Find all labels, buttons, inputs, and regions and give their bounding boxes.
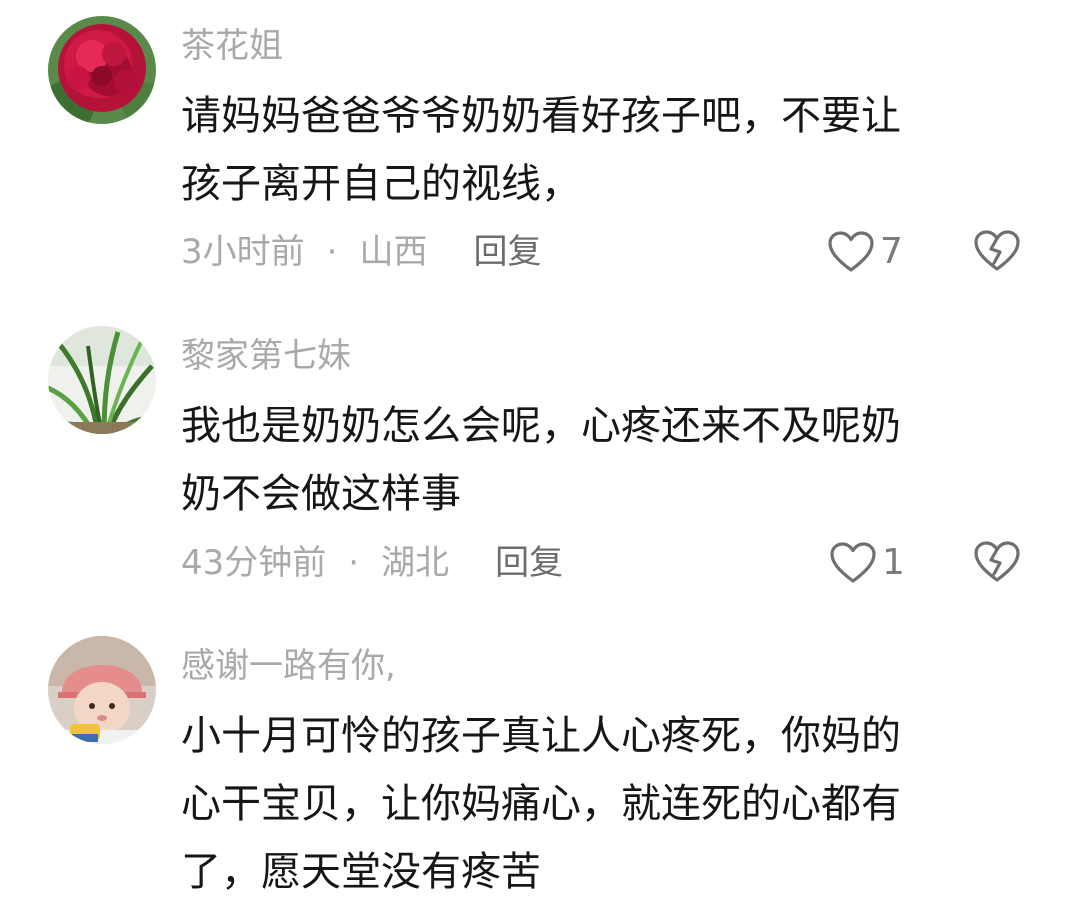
comment-text: 我也是奶奶怎么会呢，心疼还来不及呢奶 奶不会做这样事 [181, 392, 1001, 528]
comment-meta: 3小时前 · 山西 回复 [181, 232, 541, 272]
location: 山西 [359, 232, 428, 272]
comment-text-line: 孩子离开自己的视线， [181, 161, 581, 207]
avatar[interactable] [48, 326, 156, 434]
like-count: 1 [882, 542, 905, 583]
username[interactable]: 黎家第七妹 [181, 336, 351, 376]
comment-text-line: 小十月可怜的孩子真让人心疼死，你妈的 [181, 713, 901, 759]
red-flower-avatar-image [48, 16, 156, 124]
username[interactable]: 茶花姐 [181, 26, 283, 66]
broken-heart-icon [974, 541, 1020, 582]
dislike-button[interactable] [974, 540, 1020, 586]
comment-text-line: 请妈妈爸爸爷爷奶奶看好孩子吧，不要让 [181, 93, 901, 139]
heart-outline-icon [828, 231, 874, 272]
meta-separator: · [348, 543, 360, 583]
comment-text-line: 心干宝贝，让你妈痛心，就连死的心都有 [181, 781, 901, 827]
meta-separator: · [326, 232, 338, 272]
like-button[interactable]: 7 [828, 229, 903, 275]
dislike-button[interactable] [974, 229, 1020, 275]
baby-avatar-image [48, 636, 156, 744]
broken-heart-icon [974, 230, 1020, 271]
like-button[interactable]: 1 [830, 540, 905, 586]
like-count: 7 [880, 231, 903, 272]
comment-text-line: 奶不会做这样事 [181, 471, 461, 517]
green-plant-avatar-image [48, 326, 156, 434]
heart-outline-icon [830, 542, 876, 583]
reply-button[interactable]: 回复 [495, 543, 563, 583]
comment-text: 请妈妈爸爸爷爷奶奶看好孩子吧，不要让 孩子离开自己的视线， [181, 82, 1001, 218]
location: 湖北 [381, 543, 450, 583]
comment-meta: 43分钟前 · 湖北 回复 [181, 543, 563, 583]
comment-text-line: 我也是奶奶怎么会呢，心疼还来不及呢奶 [181, 403, 901, 449]
timestamp: 43分钟前 [181, 543, 327, 583]
comment-text: 小十月可怜的孩子真让人心疼死，你妈的 心干宝贝，让你妈痛心，就连死的心都有 了，… [181, 702, 1001, 906]
comment-text-line: 了，愿天堂没有疼苦 [181, 849, 541, 895]
avatar[interactable] [48, 16, 156, 124]
username[interactable]: 感谢一路有你, [181, 646, 396, 686]
avatar[interactable] [48, 636, 156, 744]
reply-button[interactable]: 回复 [473, 232, 541, 272]
timestamp: 3小时前 [181, 232, 305, 272]
